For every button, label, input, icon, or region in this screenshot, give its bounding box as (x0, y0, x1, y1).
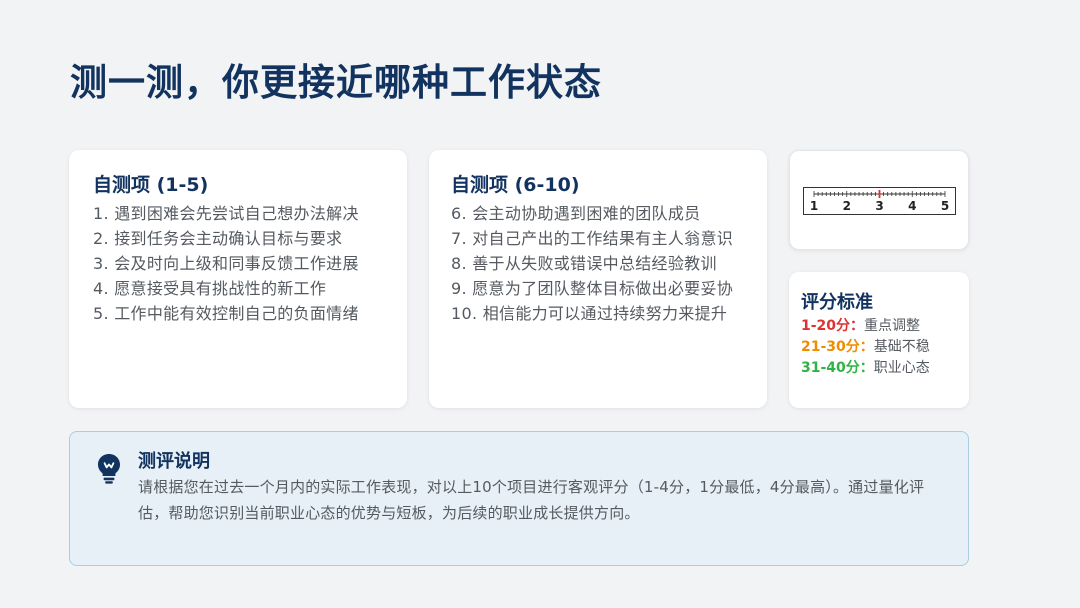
page-title: 测一测，你更接近哪种工作状态 (70, 61, 602, 104)
note-body: 请根据您在过去一个月内的实际工作表现，对以上10个项目进行客观评分（1-4分，1… (138, 478, 925, 522)
score-desc: 重点调整 (864, 318, 921, 334)
ruler-label: 3 (875, 199, 883, 213)
score-range: 21-30分： (801, 339, 874, 355)
list-item: 2. 接到任务会主动确认目标与要求 (93, 229, 343, 248)
score-desc: 基础不稳 (873, 339, 930, 355)
assessment-note: 测评说明 请根据您在过去一个月内的实际工作表现，对以上10个项目进行客观评分（1… (69, 431, 969, 566)
list-item: 10. 相信能力可以通过持续努力来提升 (451, 304, 728, 323)
list-item: 5. 工作中能有效控制自己的负面情绪 (93, 304, 359, 323)
score-row-low: 1-20分：重点调整 (801, 316, 957, 337)
score-row-high: 31-40分：职业心态 (801, 358, 957, 379)
note-heading: 测评说明 (138, 451, 210, 472)
list-item: 9. 愿意为了团队整体目标做出必要妥协 (451, 279, 734, 298)
score-range: 31-40分： (801, 360, 874, 376)
ruler-label: 5 (941, 199, 949, 213)
self-test-heading-2: 自测项 (6-10) (451, 174, 580, 196)
ruler-label: 4 (908, 199, 916, 213)
lightbulb-icon (96, 452, 122, 488)
scoring-card: 评分标准 1-20分：重点调整 21-30分：基础不稳 31-40分：职业心态 (789, 272, 969, 408)
score-desc: 职业心态 (873, 360, 930, 376)
list-item: 7. 对自己产出的工作结果有主人翁意识 (451, 229, 734, 248)
self-test-heading-1: 自测项 (1-5) (93, 174, 209, 196)
rating-scale-card: 1 2 3 4 5 (789, 150, 969, 250)
self-test-list-1: 1. 遇到困难会先尝试自己想办法解决 2. 接到任务会主动确认目标与要求 3. … (93, 201, 383, 326)
list-item: 6. 会主动协助遇到困难的团队成员 (451, 204, 701, 223)
list-item: 3. 会及时向上级和同事反馈工作进展 (93, 254, 359, 273)
score-range: 1-20分： (801, 318, 865, 334)
ruler-label: 1 (810, 199, 818, 213)
score-row-mid: 21-30分：基础不稳 (801, 337, 957, 358)
self-test-card-2: 自测项 (6-10) 6. 会主动协助遇到困难的团队成员 7. 对自己产出的工作… (429, 150, 767, 408)
list-item: 8. 善于从失败或错误中总结经验教训 (451, 254, 717, 273)
scoring-heading: 评分标准 (801, 292, 873, 313)
list-item: 1. 遇到困难会先尝试自己想办法解决 (93, 204, 359, 223)
ruler-label: 2 (843, 199, 851, 213)
list-item: 4. 愿意接受具有挑战性的新工作 (93, 279, 327, 298)
rating-ruler: 1 2 3 4 5 (803, 187, 956, 215)
ruler-graphic: 1 2 3 4 5 (810, 190, 949, 213)
self-test-list-2: 6. 会主动协助遇到困难的团队成员 7. 对自己产出的工作结果有主人翁意识 8.… (451, 201, 745, 326)
self-test-card-1: 自测项 (1-5) 1. 遇到困难会先尝试自己想办法解决 2. 接到任务会主动确… (69, 150, 407, 408)
